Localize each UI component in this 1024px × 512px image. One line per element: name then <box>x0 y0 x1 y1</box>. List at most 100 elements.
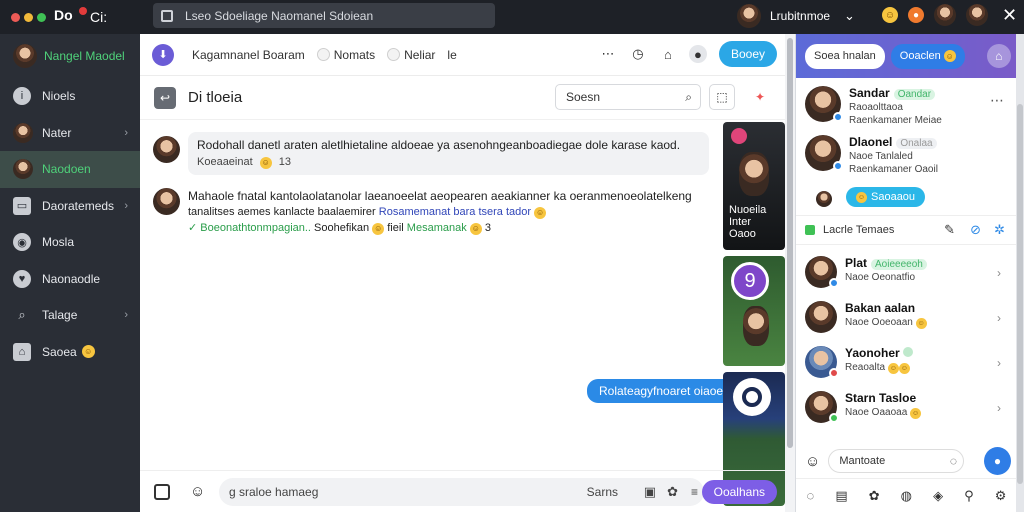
contact-info: Dlaonel Onalaa Naoe Tanlaled Raenkamaner … <box>849 135 938 175</box>
panel-message-placeholder: Mantoate <box>839 455 886 467</box>
contact-row[interactable]: Bakan aalan Naoe Ooeoaan ☺ › <box>805 301 1015 333</box>
contact-row[interactable]: Yaonoher Reaoalta ☺ ☺ › <box>805 346 1015 378</box>
gif-icon[interactable]: ✿ <box>667 484 678 500</box>
filter-chip-label: Nomats <box>333 47 376 62</box>
close-icon[interactable]: ✕ <box>1002 5 1017 26</box>
sidebar-item-label: Nangel Maodel <box>44 49 125 63</box>
page-scrollbar[interactable] <box>1016 34 1024 512</box>
maximize-window-button[interactable] <box>37 12 46 22</box>
more-icon[interactable]: ⋯ <box>599 45 617 63</box>
image-icon[interactable]: ▣ <box>644 484 656 500</box>
message-body[interactable]: Mahaole fnatal kantolaolatanolar laeanoe… <box>188 188 718 236</box>
status-pill[interactable]: ☺ Saoaaou <box>846 187 926 207</box>
filter-chip[interactable]: Neliar <box>387 48 435 62</box>
sidebar-item-talage[interactable]: ⌕ Talage › <box>0 297 140 334</box>
contact-info: Sandar Oandar Raoaolttaoa Raenkamaner Mei… <box>849 86 942 126</box>
location-icon[interactable]: ⬇ <box>152 43 174 66</box>
emoji-icon: ☺ <box>259 156 272 169</box>
message-text: fieil <box>387 222 404 234</box>
mic-icon[interactable]: ⚲ <box>964 488 974 504</box>
home-icon[interactable]: ⌂ <box>659 45 677 63</box>
avatar[interactable] <box>966 4 988 26</box>
avatar <box>805 301 837 333</box>
minimize-window-button[interactable] <box>24 12 33 22</box>
outgoing-message[interactable]: Rolateagyfnoaret oiaoea <box>587 379 742 403</box>
edit-icon[interactable]: ✎ <box>944 222 955 238</box>
sidebar-item-label: Naonaodle <box>42 271 101 286</box>
tab-status[interactable]: Soea hnalan <box>805 43 885 69</box>
chat-search-input[interactable]: Soesn ⌕ <box>555 84 701 110</box>
primary-button[interactable]: Booey <box>718 41 777 67</box>
message-meta-count: 13 <box>278 156 292 168</box>
contact-row[interactable]: Plat Aoieeeeoh Naoe Oeonatfio › <box>805 256 1015 288</box>
record-icon <box>731 128 747 144</box>
location-icon[interactable]: ◍ <box>901 488 912 504</box>
panel-send-button[interactable]: ● <box>983 447 1011 475</box>
sidebar-item-nater[interactable]: Nater › <box>0 115 140 152</box>
keyboard-icon[interactable]: ▤ <box>835 488 847 504</box>
media-thumbnail[interactable]: 9 <box>723 256 785 366</box>
contact-sub: Reaoalta ☺ ☺ <box>845 362 913 374</box>
message-text: Mahaole fnatal kantolaolatanolar laeanoe… <box>188 189 692 203</box>
scrollbar-thumb[interactable] <box>787 38 793 448</box>
contact-info: Yaonoher Reaoalta ☺ ☺ <box>845 346 914 378</box>
sidebar-item-naonaodle[interactable]: ♥ Naonaodle <box>0 261 140 298</box>
avatar <box>13 44 37 68</box>
settings-icon[interactable]: ⚙ <box>995 488 1007 504</box>
section-header: Lacrle Temaes ✎ ⊘ ✲ <box>796 215 1017 245</box>
close-window-button[interactable] <box>11 12 20 22</box>
media-thumbnail[interactable]: Nuoeila Inter Oaoo <box>723 122 785 250</box>
emoji-icon[interactable]: ☺ <box>805 453 820 470</box>
contact-row[interactable]: Starn Tasloe Naoe Oaaoaa ☺ › <box>805 391 1015 423</box>
filter-chip[interactable]: le <box>447 48 456 62</box>
contact-card[interactable]: Dlaonel Onalaa Naoe Tanlaled Raenkamaner … <box>805 135 938 175</box>
link-icon[interactable]: ⊘ <box>970 222 981 238</box>
sidebar-item-saoea[interactable]: ⌂ Saoea ☺ <box>0 334 140 371</box>
back-button[interactable]: ↩ <box>154 86 176 109</box>
sidebar-item-nioels[interactable]: i Nioels <box>0 78 140 115</box>
radio-icon <box>316 48 330 61</box>
filter-chip[interactable]: Kagamnanel Boaram <box>192 48 305 62</box>
user-name: Lrubitnmoe <box>770 9 831 23</box>
message-bubble[interactable]: Rodohall danetl araten aletlhietaline al… <box>188 132 709 175</box>
message-link[interactable]: Rosamemanat bara <box>379 206 476 218</box>
bell-icon[interactable]: ⌂ <box>986 44 1011 68</box>
message-input[interactable]: g sraloe hamaeg Sarns ▣ ✿ ≡ <box>219 478 704 506</box>
settings-icon[interactable]: ✲ <box>994 222 1005 238</box>
sidebar-item-profile[interactable]: Nangel Maodel <box>0 34 140 78</box>
contact-name-text: Yaonoher <box>845 346 900 360</box>
user-menu[interactable]: Lrubitnmoe ⌄ <box>737 3 855 29</box>
user-icon[interactable]: ● <box>688 45 707 63</box>
pin-icon[interactable]: ✦ <box>747 84 773 110</box>
global-search[interactable]: Lseo Sdoeliage Naomanel Sdoiean <box>153 3 495 28</box>
chat-icon[interactable]: ◌ <box>807 488 815 503</box>
sidebar-item-naodoen[interactable]: Naodoen <box>0 151 140 188</box>
status-badge <box>833 161 843 171</box>
emoji-icon[interactable]: ☺ <box>190 483 205 500</box>
clock-icon[interactable]: ◷ <box>629 45 647 63</box>
contact-card[interactable]: Sandar Oandar Raoaolttaoa Raenkamaner Mei… <box>805 86 942 126</box>
sidebar-item-mosla[interactable]: ◉ Mosla <box>0 224 140 261</box>
tag-icon[interactable]: ◈ <box>933 488 943 504</box>
tab-contacts[interactable]: Ooaclen ☺ <box>890 43 965 69</box>
status-pill-label: Saoaaou <box>871 191 916 203</box>
avatar[interactable] <box>934 4 956 26</box>
chat-header: ↩ Di tloeia Soesn ⌕ ⬚ ✦ <box>140 76 785 120</box>
emoji-icon[interactable]: ☺ <box>882 7 898 23</box>
gif-icon[interactable]: ✿ <box>869 488 880 504</box>
message-link[interactable]: tsera tador <box>478 206 531 218</box>
microphone-icon[interactable]: ≡ <box>691 485 698 499</box>
more-icon[interactable]: ⋯ <box>990 92 1004 109</box>
send-button[interactable]: Ooalhans <box>701 480 777 504</box>
scrollbar-thumb[interactable] <box>1017 104 1023 484</box>
status-badge <box>829 413 839 423</box>
alert-icon[interactable]: ● <box>908 7 924 23</box>
contact-sub: Naoe Oeonatfio <box>845 272 916 283</box>
panel-message-input[interactable]: Mantoate ◌ <box>828 449 964 473</box>
attach-icon[interactable] <box>154 483 170 500</box>
sidebar-item-daoratemeds[interactable]: ▭ Daoratemeds › <box>0 188 140 225</box>
filter-chip[interactable]: Nomats <box>316 47 376 62</box>
main-scrollbar[interactable] <box>785 34 795 512</box>
expand-button[interactable]: ⬚ <box>709 84 735 110</box>
message-text: tanalitses aemes kanlacte baalaemirer <box>188 206 376 218</box>
